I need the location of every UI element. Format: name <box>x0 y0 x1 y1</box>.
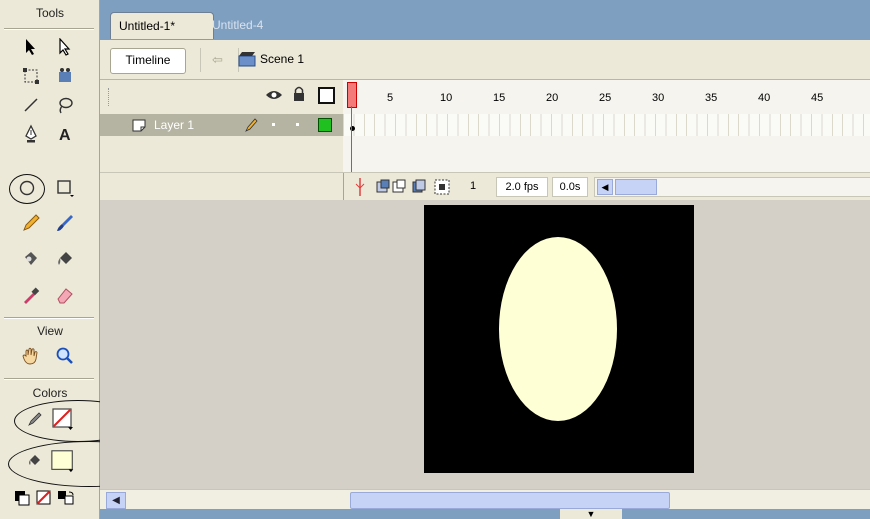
panel-collapse-strip: ▼ <box>100 509 870 519</box>
text-tool-icon[interactable]: A <box>52 121 78 147</box>
document-tab-bar: Untitled-1* Untitled-4 <box>100 0 870 40</box>
oval-tool-icon[interactable] <box>14 175 40 201</box>
ruler-label: 25 <box>599 92 612 104</box>
back-arrow-icon[interactable]: ⇦ <box>212 52 223 68</box>
playhead[interactable] <box>347 82 357 108</box>
colors-section-label: Colors <box>32 386 68 400</box>
tools-panel: Tools A View Colors <box>0 0 170 519</box>
divider <box>4 317 94 319</box>
tools-panel-title: Tools <box>35 6 64 20</box>
brush-tool-icon[interactable] <box>52 210 78 236</box>
center-frame-icon[interactable] <box>354 178 366 196</box>
stroke-color-swatch[interactable] <box>50 406 76 432</box>
pencil-tool-icon[interactable] <box>18 210 44 236</box>
scene-icon <box>238 52 256 67</box>
frame-row[interactable] <box>343 114 870 136</box>
layer-row[interactable]: Layer 1 <box>100 114 343 136</box>
show-hide-all-icon[interactable] <box>265 88 283 105</box>
modify-onion-markers-icon[interactable] <box>434 179 450 195</box>
document-tab-untitled-1[interactable]: Untitled-1* <box>110 12 214 39</box>
timeline-hscroll[interactable]: ◀ <box>594 177 870 197</box>
collapse-arrow-icon[interactable]: ▼ <box>560 509 622 519</box>
ruler-label: 20 <box>546 92 559 104</box>
rectangle-tool-icon[interactable] <box>52 175 78 201</box>
no-color-icon[interactable] <box>34 485 54 511</box>
hand-tool-icon[interactable] <box>18 343 44 369</box>
ruler-label: 45 <box>811 92 824 104</box>
scene-label: Scene 1 <box>260 52 305 66</box>
stage-hscroll[interactable]: ◀ <box>100 489 870 509</box>
layer-icon <box>132 119 146 132</box>
ruler-label: 35 <box>705 92 718 104</box>
divider <box>4 28 94 30</box>
free-transform-tool-icon[interactable] <box>18 63 44 89</box>
line-tool-icon[interactable] <box>18 92 44 118</box>
outline-color-box[interactable] <box>318 118 332 132</box>
document-tab-untitled-4[interactable]: Untitled-4 <box>204 12 271 38</box>
zoom-tool-icon[interactable] <box>52 343 78 369</box>
edit-multiple-frames-icon[interactable] <box>412 179 426 195</box>
swap-colors-icon[interactable] <box>56 485 76 511</box>
pencil-edit-icon <box>245 118 258 132</box>
edit-bar: Timeline ⇦ Scene 1 <box>100 40 870 80</box>
stroke-color-icon <box>22 406 48 432</box>
view-section-label: View <box>37 324 63 338</box>
outline-all-icon[interactable] <box>318 87 335 104</box>
scroll-thumb[interactable] <box>350 492 670 509</box>
ruler-label: 30 <box>652 92 665 104</box>
svg-text:A: A <box>59 127 71 143</box>
scene-breadcrumb[interactable]: Scene 1 <box>238 52 305 67</box>
black-white-icon[interactable] <box>12 485 32 511</box>
scroll-left-button[interactable]: ◀ <box>106 492 126 509</box>
scroll-thumb[interactable] <box>615 179 657 195</box>
playhead-line <box>351 106 352 174</box>
paint-bucket-tool-icon[interactable] <box>52 246 78 272</box>
pen-tool-icon[interactable] <box>18 121 44 147</box>
eraser-tool-icon[interactable] <box>52 282 78 308</box>
ruler-label: 40 <box>758 92 771 104</box>
fill-color-icon <box>22 448 48 474</box>
timeline-status-bar: 1 2.0 fps 0.0s ◀ <box>100 172 870 201</box>
onion-skin-icon[interactable] <box>376 179 406 195</box>
divider <box>4 378 94 380</box>
ruler-label: 15 <box>493 92 506 104</box>
eyedropper-tool-icon[interactable] <box>18 282 44 308</box>
frame-rate[interactable]: 2.0 fps <box>496 177 548 197</box>
lasso-tool-icon[interactable] <box>52 92 78 118</box>
ruler-label: 5 <box>387 92 394 104</box>
stage-canvas[interactable] <box>424 205 694 473</box>
elapsed-time: 0.0s <box>552 177 588 197</box>
ellipse-shape[interactable] <box>499 237 617 421</box>
subselect-tool-icon[interactable] <box>52 34 78 60</box>
stage-workspace[interactable] <box>100 200 870 489</box>
visibility-dot[interactable] <box>272 123 275 126</box>
panel-grip[interactable] <box>108 88 111 106</box>
current-frame: 1 <box>469 180 477 192</box>
lock-all-icon[interactable] <box>292 86 306 105</box>
fill-transform-tool-icon[interactable] <box>52 63 78 89</box>
fill-color-swatch[interactable] <box>50 448 76 474</box>
ink-bottle-tool-icon[interactable] <box>18 246 44 272</box>
timeline-panel: Layer 1 + 1 5 10 15 20 25 30 35 40 45 <box>100 80 870 201</box>
timeline-button[interactable]: Timeline <box>110 48 186 74</box>
divider <box>200 48 201 72</box>
ruler-label: 10 <box>440 92 453 104</box>
arrow-tool-icon[interactable] <box>18 34 44 60</box>
scroll-left-button[interactable]: ◀ <box>597 179 613 195</box>
lock-dot[interactable] <box>296 123 299 126</box>
layer-name[interactable]: Layer 1 <box>154 118 194 132</box>
frame-ruler[interactable]: 1 5 10 15 20 25 30 35 40 45 <box>343 80 870 115</box>
